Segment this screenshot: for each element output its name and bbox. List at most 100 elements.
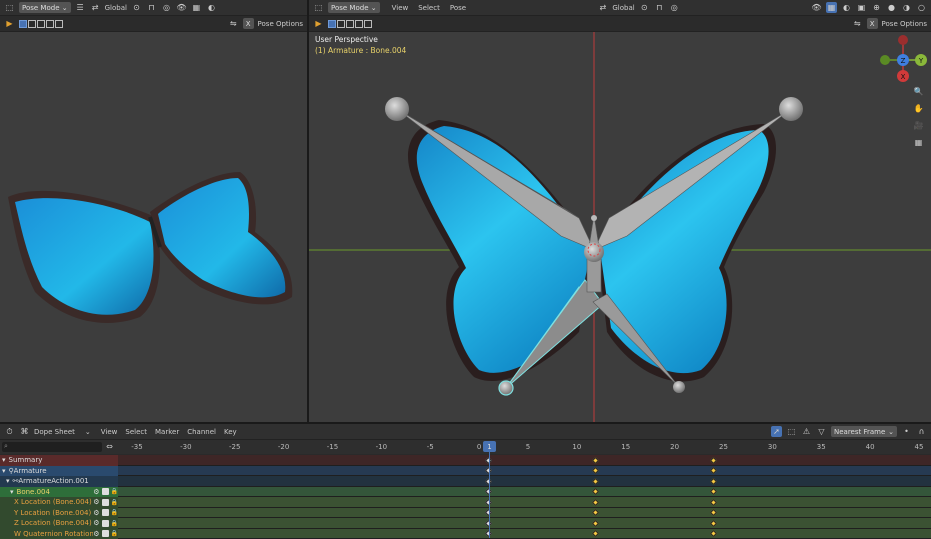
lock-icon[interactable]: 🔒	[111, 530, 118, 537]
sync-icon[interactable]: ⇔	[104, 441, 115, 452]
expand-arrow-icon[interactable]: ▾	[10, 488, 14, 496]
snap-icon[interactable]: ⊓	[146, 2, 157, 13]
mute-checkbox[interactable]	[102, 488, 109, 495]
curve-icon[interactable]: ∩	[916, 426, 927, 437]
mode-dropdown[interactable]: Pose Mode ⌄	[19, 2, 71, 13]
hamburger-menu-icon[interactable]: ☰	[75, 2, 86, 13]
play-icon[interactable]: ▶	[4, 18, 15, 29]
pose-options-dropdown[interactable]: Pose Options	[258, 20, 303, 28]
snap-mode-dropdown[interactable]: Nearest Frame⌄	[831, 426, 897, 437]
channel-object[interactable]: ▾⚲ Armature	[0, 466, 118, 477]
editor-type-icon[interactable]: ⏱	[4, 426, 15, 437]
show-hidden-icon[interactable]: ⬚	[786, 426, 797, 437]
channel-fcurve[interactable]: Y Location (Bone.004)⚙🔒	[0, 508, 118, 519]
visibility-icon[interactable]: 👁	[811, 2, 822, 13]
menu-view[interactable]: View	[101, 428, 118, 436]
x-mirror-toggle[interactable]: X	[867, 18, 878, 29]
selection-mode-group[interactable]	[19, 20, 63, 28]
current-frame-indicator[interactable]: 1	[483, 441, 496, 452]
menu-pose[interactable]: Pose	[450, 4, 466, 12]
channel-track[interactable]	[118, 529, 931, 539]
expand-arrow-icon[interactable]: ▾	[2, 467, 6, 475]
xray-icon[interactable]: ▣	[856, 2, 867, 13]
channel-track[interactable]	[118, 476, 931, 487]
only-selected-icon[interactable]: ➚	[771, 426, 782, 437]
mute-checkbox[interactable]	[102, 509, 109, 516]
channel-fcurve[interactable]: W Quaternion Rotation (B⚙🔒	[0, 529, 118, 539]
grid-icon[interactable]: ▦	[913, 137, 924, 148]
mirror-icon[interactable]: ⇋	[852, 18, 863, 29]
lock-icon[interactable]: 🔒	[111, 499, 118, 506]
zoom-icon[interactable]: 🔍	[913, 86, 924, 97]
lock-icon[interactable]: 🔒	[111, 509, 118, 516]
transform-icon[interactable]: ⇄	[90, 2, 101, 13]
root-bone-head[interactable]	[584, 242, 604, 262]
menu-view[interactable]: View	[392, 4, 409, 12]
right-3d-viewport[interactable]: ⬚ Pose Mode ⌄ View Select Pose ⇄ Global …	[309, 0, 931, 422]
modifier-icon[interactable]: ⚙	[93, 509, 99, 517]
camera-icon[interactable]: 🎥	[913, 120, 924, 131]
play-icon[interactable]: ▶	[313, 18, 324, 29]
mute-checkbox[interactable]	[102, 499, 109, 506]
mode-icon[interactable]: ⌘	[19, 426, 30, 437]
menu-select[interactable]: Select	[125, 428, 147, 436]
menu-key[interactable]: Key	[224, 428, 237, 436]
transform-orientation-dropdown[interactable]: Global	[612, 4, 634, 12]
filter-icon[interactable]: ▽	[816, 426, 827, 437]
snap-icon[interactable]: ⊓	[654, 2, 665, 13]
channel-action[interactable]: ▾⚯ ArmatureAction.001	[0, 476, 118, 487]
visibility-icon[interactable]: 👁	[176, 2, 187, 13]
dope-sheet-mode-dropdown[interactable]: Dope Sheet	[34, 428, 75, 436]
bone-tip-left-upper[interactable]	[385, 97, 409, 121]
modifier-icon[interactable]: ⚙	[93, 530, 99, 538]
selection-mode-group[interactable]	[328, 20, 372, 28]
proportional-edit-icon[interactable]: ◎	[669, 2, 680, 13]
mode-dropdown[interactable]: Pose Mode ⌄	[328, 2, 380, 13]
shading-solid-icon[interactable]: ●	[886, 2, 897, 13]
editor-type-icon[interactable]: ⬚	[4, 2, 15, 13]
expand-arrow-icon[interactable]: ▾	[2, 456, 6, 464]
channel-track[interactable]	[118, 466, 931, 477]
dope-sheet-editor[interactable]: ⏱ ⌘ Dope Sheet ⌄ View Select Marker Chan…	[0, 422, 931, 536]
menu-marker[interactable]: Marker	[155, 428, 179, 436]
left-3d-viewport[interactable]: ⬚ Pose Mode ⌄ ☰ ⇄ Global ⊙ ⊓ ◎ 👁 ▦ ◐ ▶ ⇋…	[0, 0, 307, 422]
expand-arrow-icon[interactable]: ▾	[6, 477, 10, 485]
shading-wireframe-icon[interactable]: ⊕	[871, 2, 882, 13]
mirror-icon[interactable]: ⇋	[228, 18, 239, 29]
overlay-icon[interactable]: ◐	[841, 2, 852, 13]
modifier-icon[interactable]: ⚙	[93, 498, 99, 506]
channel-group[interactable]: ▾Bone.004⚙🔒	[0, 487, 118, 498]
proportional-edit-icon[interactable]: ◎	[161, 2, 172, 13]
transform-orientation-dropdown[interactable]: Global	[105, 4, 127, 12]
menu-channel[interactable]: Channel	[187, 428, 216, 436]
channel-search-input[interactable]: ⌕	[2, 442, 102, 452]
shading-material-icon[interactable]: ◑	[901, 2, 912, 13]
modifier-icon[interactable]: ⚙	[93, 519, 99, 527]
channel-track[interactable]	[118, 508, 931, 519]
pose-options-dropdown[interactable]: Pose Options	[882, 20, 927, 28]
mute-checkbox[interactable]	[102, 520, 109, 527]
scene-canvas[interactable]: Z Y X	[309, 32, 931, 422]
bone-tip-right-lower[interactable]	[673, 381, 685, 393]
frame-ruler[interactable]: -35-30-25-20-15-10-5051015202530354045	[118, 443, 931, 453]
channel-fcurve[interactable]: Z Location (Bone.004)⚙🔒	[0, 518, 118, 529]
channel-track[interactable]	[118, 497, 931, 508]
channel-track[interactable]	[118, 455, 931, 466]
gizmo-icon[interactable]: ▦	[826, 2, 837, 13]
pivot-icon[interactable]: ⊙	[639, 2, 650, 13]
lock-icon[interactable]: 🔒	[111, 520, 118, 527]
channel-track[interactable]	[118, 487, 931, 498]
bone-tip-right-upper[interactable]	[779, 97, 803, 121]
transform-icon[interactable]: ⇄	[597, 2, 608, 13]
channel-track[interactable]	[118, 518, 931, 529]
channel-fcurve[interactable]: X Location (Bone.004)⚙🔒	[0, 497, 118, 508]
proportional-icon[interactable]: •	[901, 426, 912, 437]
channel-summary[interactable]: ▾Summary	[0, 455, 118, 466]
pan-hand-icon[interactable]: ✋	[913, 103, 924, 114]
pivot-icon[interactable]: ⊙	[131, 2, 142, 13]
editor-type-icon[interactable]: ⬚	[313, 2, 324, 13]
menu-select[interactable]: Select	[418, 4, 440, 12]
overlay-icon[interactable]: ◐	[206, 2, 217, 13]
bone-tip-left-lower[interactable]	[499, 381, 513, 395]
modifier-icon[interactable]: ⚙	[93, 488, 99, 496]
